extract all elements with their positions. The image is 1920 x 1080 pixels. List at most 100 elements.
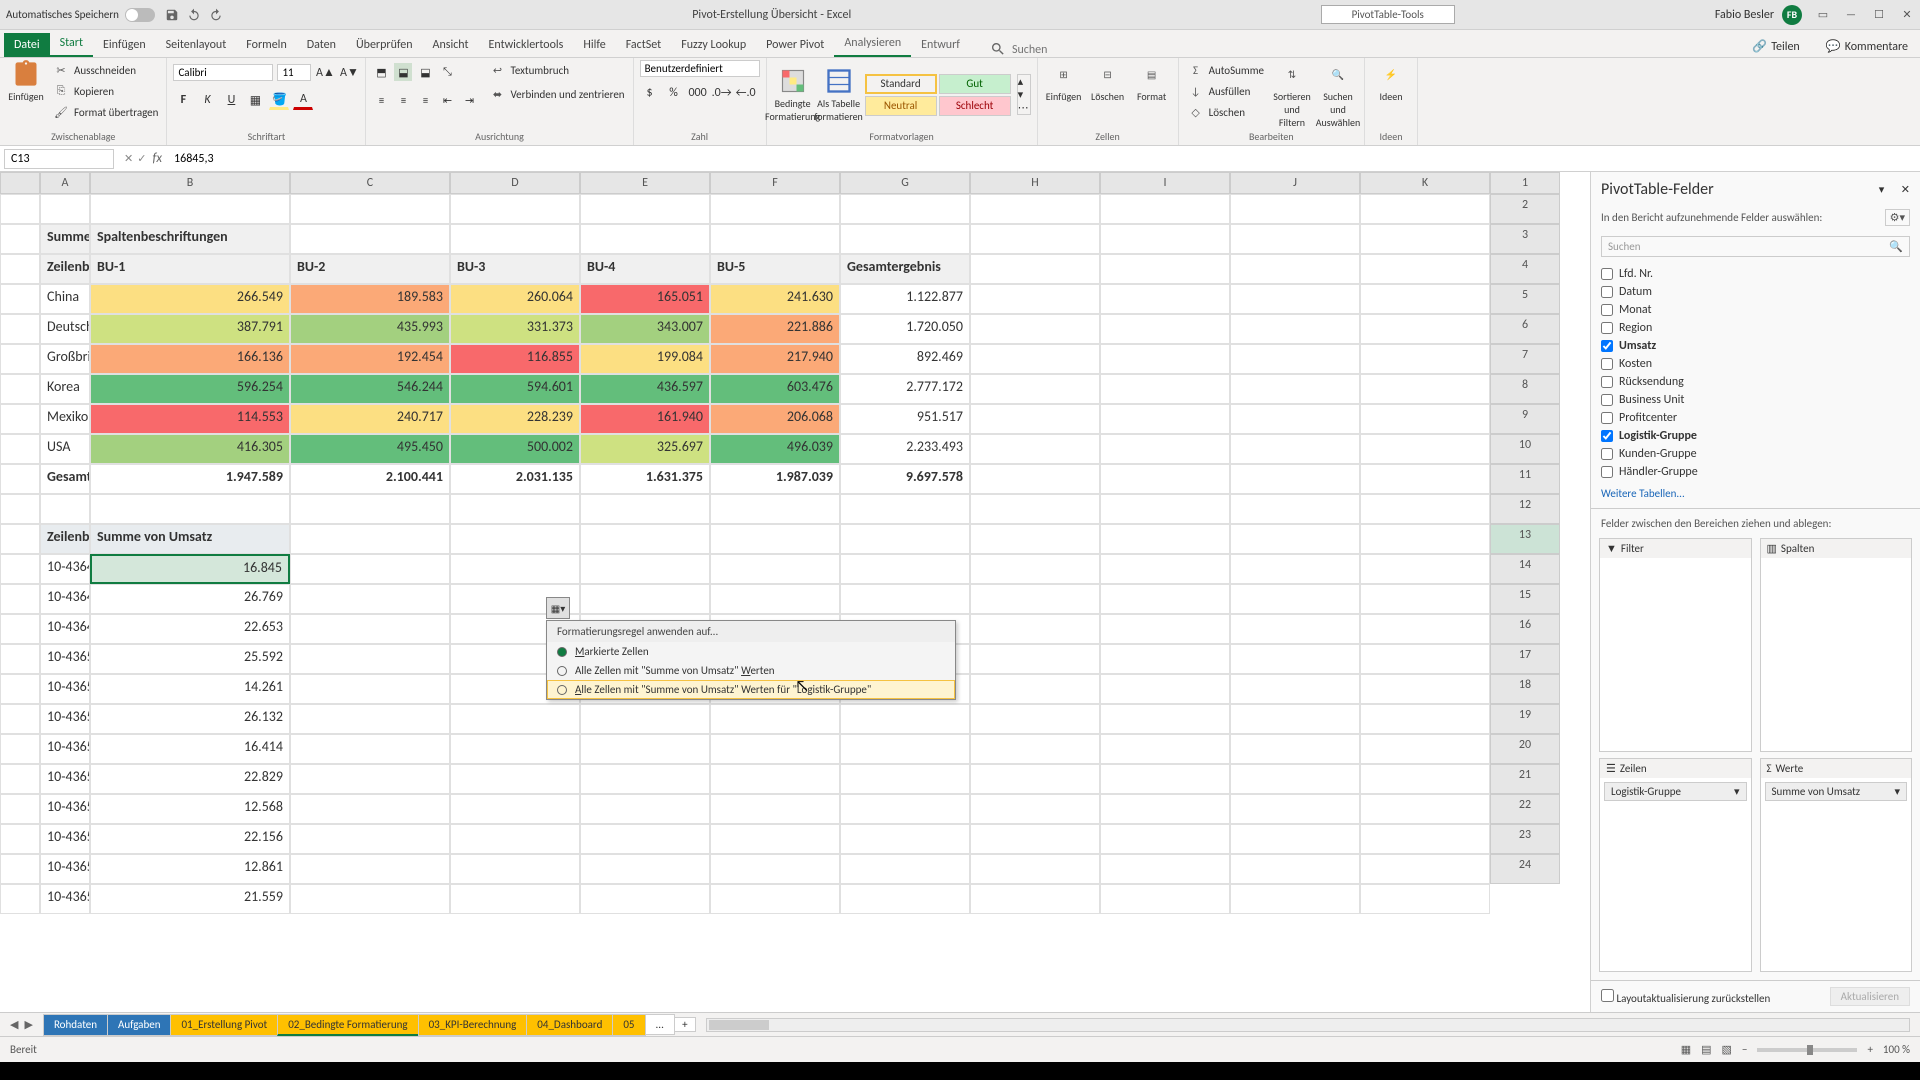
autosave-toggle[interactable]: Automatisches Speichern — [6, 8, 155, 22]
row-header[interactable]: 15 — [1490, 584, 1560, 614]
field-checkbox[interactable] — [1601, 412, 1613, 424]
area-values[interactable]: ΣWerte Summe von Umsatz▾ — [1760, 758, 1913, 972]
field-business-unit[interactable]: Business Unit — [1601, 391, 1910, 409]
row-header[interactable]: 23 — [1490, 824, 1560, 854]
row-header[interactable]: 9 — [1490, 404, 1560, 434]
align-middle-icon[interactable]: ⬓ — [394, 63, 412, 81]
dec-decimal-icon[interactable]: ←.0 — [736, 83, 756, 103]
active-cell[interactable]: 16.845 — [90, 554, 290, 584]
indent-dec-icon[interactable]: ⇤ — [438, 91, 456, 109]
field-r-cksendung[interactable]: Rücksendung — [1601, 373, 1910, 391]
tab-developer[interactable]: Entwicklertools — [479, 33, 574, 57]
field-umsatz[interactable]: Umsatz — [1601, 337, 1910, 355]
row-header[interactable]: 8 — [1490, 374, 1560, 404]
format-cells-button[interactable]: ▤Format — [1132, 60, 1172, 129]
share-button[interactable]: 🔗Teilen — [1744, 36, 1808, 57]
field-checkbox[interactable] — [1601, 286, 1613, 298]
field-checkbox[interactable] — [1601, 430, 1613, 442]
gear-icon[interactable]: ⚙▾ — [1885, 209, 1910, 226]
minimize-icon[interactable]: — — [1844, 8, 1858, 22]
name-box[interactable] — [4, 149, 114, 169]
tab-file[interactable]: Datei — [4, 33, 50, 57]
field-pane-dropdown-icon[interactable]: ▾ — [1879, 183, 1885, 196]
tab-design[interactable]: Entwurf — [911, 33, 970, 57]
align-left-icon[interactable]: ≡ — [372, 91, 390, 109]
underline-button[interactable]: U — [221, 90, 241, 110]
field-checkbox[interactable] — [1601, 358, 1613, 370]
formula-input[interactable] — [168, 150, 1920, 168]
styles-scroll[interactable]: ▴▾⋯ — [1017, 74, 1031, 115]
defer-layout-checkbox[interactable]: Layoutaktualisierung zurückstellen — [1601, 989, 1770, 1005]
wrap-text-button[interactable]: ↩Textumbruch — [486, 60, 626, 80]
popup-option-all-values[interactable]: Alle Zellen mit "Summe von Umsatz" Werte… — [547, 661, 955, 680]
tab-powerpivot[interactable]: Power Pivot — [756, 33, 834, 57]
row-header[interactable]: 22 — [1490, 794, 1560, 824]
style-schlecht[interactable]: Schlecht — [939, 96, 1011, 116]
add-sheet-button[interactable]: + — [674, 1017, 696, 1032]
row-header[interactable]: 7 — [1490, 344, 1560, 374]
number-format-select[interactable] — [640, 60, 760, 77]
align-center-icon[interactable]: ≡ — [394, 91, 412, 109]
formatting-options-smarttag[interactable]: ▦▾ — [546, 597, 570, 619]
ideas-button[interactable]: ⚡Ideen — [1371, 60, 1411, 129]
zoom-slider[interactable] — [1757, 1048, 1857, 1052]
row-header[interactable]: 14 — [1490, 554, 1560, 584]
row-header[interactable]: 16 — [1490, 614, 1560, 644]
tab-formulas[interactable]: Formeln — [236, 33, 296, 57]
row-header[interactable]: 2 — [1490, 194, 1560, 224]
increase-font-icon[interactable]: A▲ — [315, 62, 335, 82]
align-right-icon[interactable]: ≡ — [416, 91, 434, 109]
zoom-in-icon[interactable]: + — [1867, 1043, 1872, 1056]
row-header[interactable]: 1 — [1490, 172, 1560, 194]
tab-review[interactable]: Überprüfen — [346, 33, 423, 57]
field-search[interactable]: Suchen 🔍 — [1601, 236, 1910, 257]
sheet-tab-aufgaben[interactable]: Aufgaben — [107, 1014, 171, 1036]
row-header[interactable]: 21 — [1490, 764, 1560, 794]
field-h-ndler-gruppe[interactable]: Händler-Gruppe — [1601, 463, 1910, 481]
user-account[interactable]: Fabio Besler FB — [1715, 5, 1802, 25]
popup-option-selected-cells[interactable]: Markierte Zellen — [547, 642, 955, 661]
cancel-formula-icon[interactable]: ✕ — [124, 152, 133, 165]
maximize-icon[interactable]: ☐ — [1872, 8, 1886, 22]
more-tables-link[interactable]: Weitere Tabellen... — [1591, 485, 1920, 508]
cut-button[interactable]: ✂Ausschneiden — [50, 60, 160, 80]
sheet-tab-rohdaten[interactable]: Rohdaten — [43, 1014, 108, 1036]
area-filter[interactable]: ▼Filter — [1599, 538, 1752, 752]
currency-icon[interactable]: $ — [640, 83, 660, 103]
row-header[interactable]: 18 — [1490, 674, 1560, 704]
row-header[interactable]: 11 — [1490, 464, 1560, 494]
sheet-tab-01-erstellung-pivot[interactable]: 01_Erstellung Pivot — [170, 1014, 278, 1036]
row-header[interactable]: 6 — [1490, 314, 1560, 344]
field-checkbox[interactable] — [1601, 304, 1613, 316]
row-header[interactable]: 12 — [1490, 494, 1560, 524]
field-checkbox[interactable] — [1601, 394, 1613, 406]
row-header[interactable]: 13 — [1490, 524, 1560, 554]
format-as-table-button[interactable]: Als Tabelle formatieren — [819, 67, 859, 123]
close-icon[interactable]: ✕ — [1900, 8, 1914, 22]
paste-button[interactable]: Einfügen — [6, 60, 46, 129]
field-checkbox[interactable] — [1601, 466, 1613, 478]
row-header[interactable]: 10 — [1490, 434, 1560, 464]
border-button[interactable]: ▦ — [245, 90, 265, 110]
field-monat[interactable]: Monat — [1601, 301, 1910, 319]
sheet-nav-next-icon[interactable]: ▶ — [24, 1018, 32, 1031]
area-columns[interactable]: ▥Spalten — [1760, 538, 1913, 752]
tab-factset[interactable]: FactSet — [616, 33, 671, 57]
toggle-switch-icon[interactable] — [125, 8, 155, 22]
clear-button[interactable]: ◇Löschen — [1185, 102, 1266, 122]
sheet-tab-04-dashboard[interactable]: 04_Dashboard — [526, 1014, 613, 1036]
field-checkbox[interactable] — [1601, 448, 1613, 460]
field-checkbox[interactable] — [1601, 376, 1613, 388]
sheet-tab-03-kpi-berechnung[interactable]: 03_KPI-Berechnung — [418, 1014, 528, 1036]
thousands-icon[interactable]: 000 — [688, 83, 708, 103]
sheet-nav-prev-icon[interactable]: ◀ — [10, 1018, 18, 1031]
indent-inc-icon[interactable]: ⇥ — [460, 91, 478, 109]
style-gut[interactable]: Gut — [939, 74, 1011, 94]
view-layout-icon[interactable]: ▤ — [1701, 1043, 1711, 1056]
row-header[interactable]: 20 — [1490, 734, 1560, 764]
field-checkbox[interactable] — [1601, 322, 1613, 334]
align-bottom-icon[interactable]: ⬓ — [416, 63, 434, 81]
italic-button[interactable]: K — [197, 90, 217, 110]
sort-filter-button[interactable]: ⇅Sortieren und Filtern — [1272, 60, 1312, 129]
enter-formula-icon[interactable]: ✓ — [137, 152, 146, 165]
